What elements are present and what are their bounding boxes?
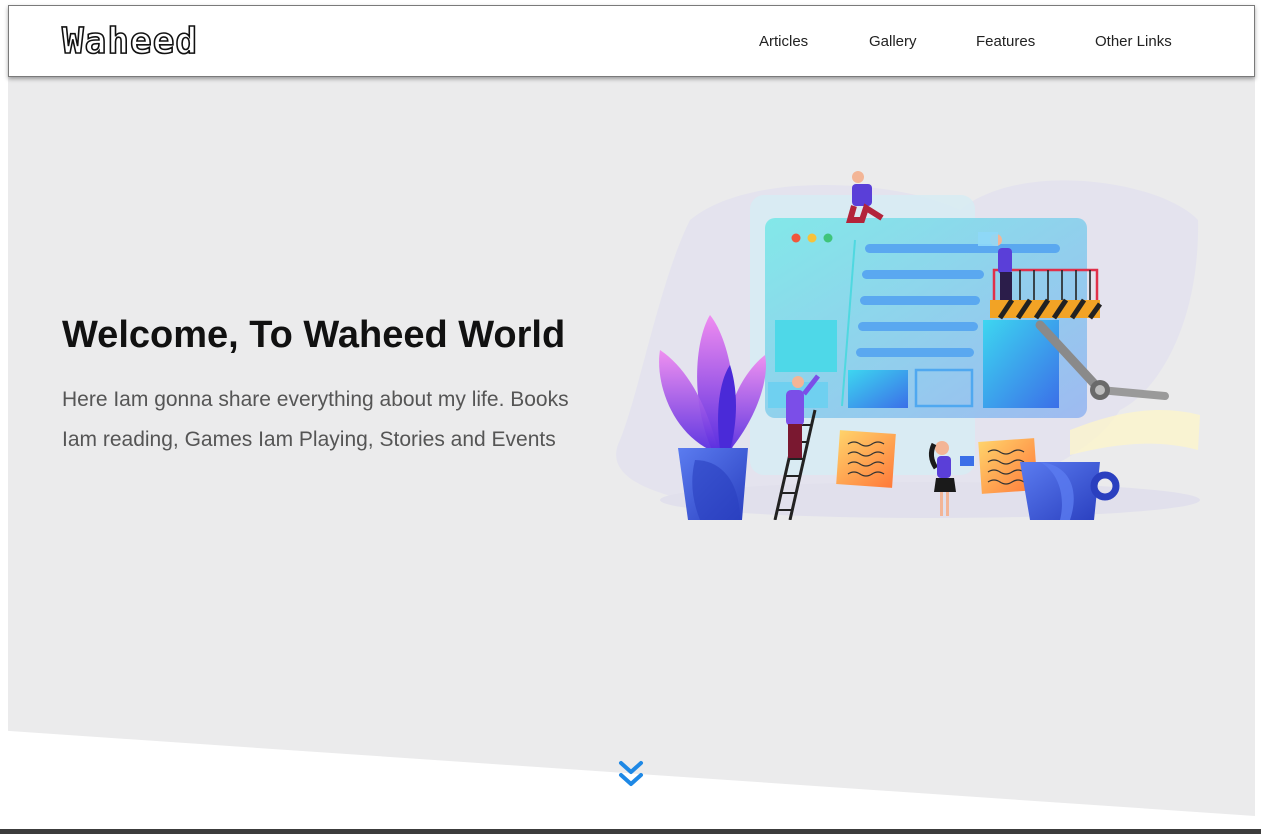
nav-link-gallery[interactable]: Gallery [869, 32, 917, 52]
page-bottom-edge [0, 829, 1261, 834]
site-logo[interactable]: Waheed [61, 21, 198, 63]
top-navbar: Waheed Articles Gallery Features Other L… [8, 5, 1255, 77]
website-building-illustration [616, 171, 1200, 520]
hero-title: Welcome, To Waheed World [62, 314, 566, 356]
nav-link-articles[interactable]: Articles [759, 32, 808, 52]
double-chevron-down-icon[interactable] [618, 760, 644, 790]
nav-link-features[interactable]: Features [976, 32, 1035, 52]
nav-link-other-links[interactable]: Other Links [1095, 32, 1172, 52]
hero-description: Here Iam gonna share everything about my… [62, 388, 569, 451]
